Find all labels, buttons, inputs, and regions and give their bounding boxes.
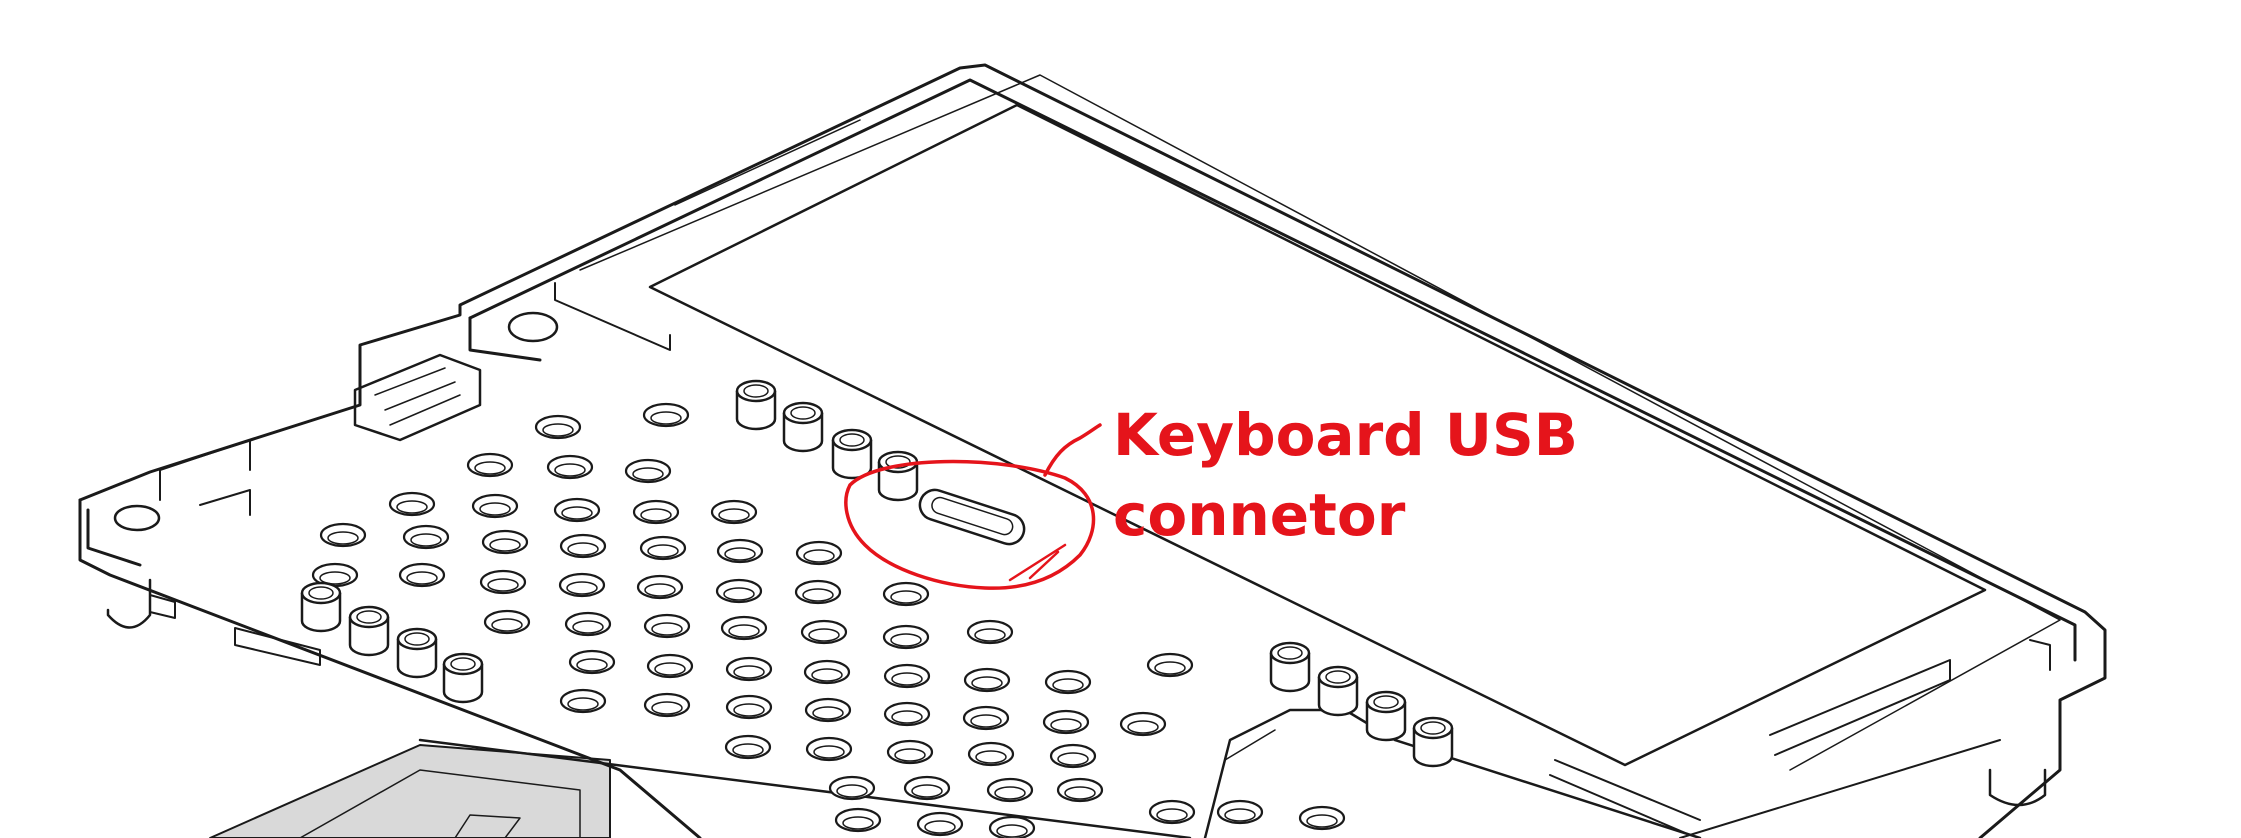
perforation-hole bbox=[828, 775, 876, 801]
perforation-hole bbox=[546, 454, 594, 480]
perforation-hole bbox=[710, 499, 758, 525]
perforation-hole bbox=[1298, 805, 1346, 831]
perforation-hole bbox=[642, 402, 690, 428]
perforation-hole bbox=[916, 811, 964, 837]
perforation-hole bbox=[388, 491, 436, 517]
perforation-hole bbox=[724, 734, 772, 760]
standoff-post bbox=[1412, 716, 1454, 768]
perforation-hole bbox=[966, 619, 1014, 645]
perforation-hole bbox=[725, 694, 773, 720]
perforation-hole bbox=[903, 775, 951, 801]
perforation-hole bbox=[1148, 799, 1196, 825]
perforation-hole bbox=[646, 653, 694, 679]
annotation-label-line2: connetor bbox=[1113, 481, 1406, 549]
perforation-hole bbox=[319, 522, 367, 548]
perforation-hole bbox=[632, 499, 680, 525]
perforation-hole bbox=[398, 562, 446, 588]
usb-connector-slot bbox=[918, 488, 1026, 546]
standoff-post bbox=[442, 652, 484, 704]
perforation-hole bbox=[1049, 743, 1097, 769]
standoff-post bbox=[300, 581, 342, 633]
perforation-hole bbox=[720, 615, 768, 641]
perforation-hole bbox=[559, 533, 607, 559]
perforation-hole bbox=[716, 538, 764, 564]
perforation-hole bbox=[558, 572, 606, 598]
perforation-hole bbox=[715, 578, 763, 604]
perforation-hole bbox=[534, 414, 582, 440]
foot-right bbox=[1988, 768, 2047, 807]
perforation-hole bbox=[886, 739, 934, 765]
perforation-hole bbox=[643, 613, 691, 639]
standoff-post bbox=[348, 605, 390, 657]
perforation-hole bbox=[794, 579, 842, 605]
perforation-hole bbox=[882, 581, 930, 607]
perforation-hole bbox=[986, 777, 1034, 803]
perforation-hole bbox=[559, 688, 607, 714]
perforation-hole bbox=[795, 540, 843, 566]
lower-tray bbox=[209, 744, 611, 838]
perforation-hole bbox=[402, 524, 450, 550]
perforation-hole bbox=[471, 493, 519, 519]
standoff-post bbox=[396, 627, 438, 679]
perforation-hole bbox=[803, 659, 851, 685]
annotation-leader bbox=[1043, 423, 1102, 477]
perforation-hole bbox=[1146, 652, 1194, 678]
perforation-hole bbox=[636, 574, 684, 600]
perforation-hole bbox=[481, 529, 529, 555]
perforation-hole bbox=[479, 569, 527, 595]
perforation-hole bbox=[1044, 669, 1092, 695]
perforation-hole bbox=[804, 697, 852, 723]
perforation-hole bbox=[967, 741, 1015, 767]
standoff-post bbox=[735, 379, 777, 431]
perforation-hole bbox=[988, 815, 1036, 838]
perforation-hole bbox=[963, 667, 1011, 693]
standoff-post bbox=[1365, 690, 1407, 742]
perforation-hole bbox=[725, 656, 773, 682]
perforation-hole bbox=[643, 692, 691, 718]
perforation-hole bbox=[483, 609, 531, 635]
perforation-hole bbox=[1042, 709, 1090, 735]
perforation-hole bbox=[564, 611, 612, 637]
standoff-post bbox=[831, 428, 873, 480]
perforation-hole bbox=[466, 452, 514, 478]
perforation-hole bbox=[805, 736, 853, 762]
perforation-hole bbox=[834, 807, 882, 833]
perforation-hole bbox=[962, 705, 1010, 731]
perforation-hole bbox=[568, 649, 616, 675]
annotation-label-line1: Keyboard USB bbox=[1113, 401, 1578, 469]
perforation-hole bbox=[639, 535, 687, 561]
perforation-hole bbox=[1056, 777, 1104, 803]
perforation-hole bbox=[553, 497, 601, 523]
perforation-hole bbox=[883, 701, 931, 727]
standoff-post bbox=[1317, 665, 1359, 717]
perforation-hole bbox=[1119, 711, 1167, 737]
perforation-hole bbox=[883, 663, 931, 689]
perforation-hole bbox=[800, 619, 848, 645]
standoff-post bbox=[877, 450, 919, 502]
annotation-label: Keyboard USB connetor bbox=[1113, 395, 1578, 555]
perforation-hole bbox=[1216, 799, 1264, 825]
standoff-post bbox=[782, 401, 824, 453]
perforation-hole bbox=[624, 458, 672, 484]
standoff-post bbox=[1269, 641, 1311, 693]
perforation-hole bbox=[882, 624, 930, 650]
